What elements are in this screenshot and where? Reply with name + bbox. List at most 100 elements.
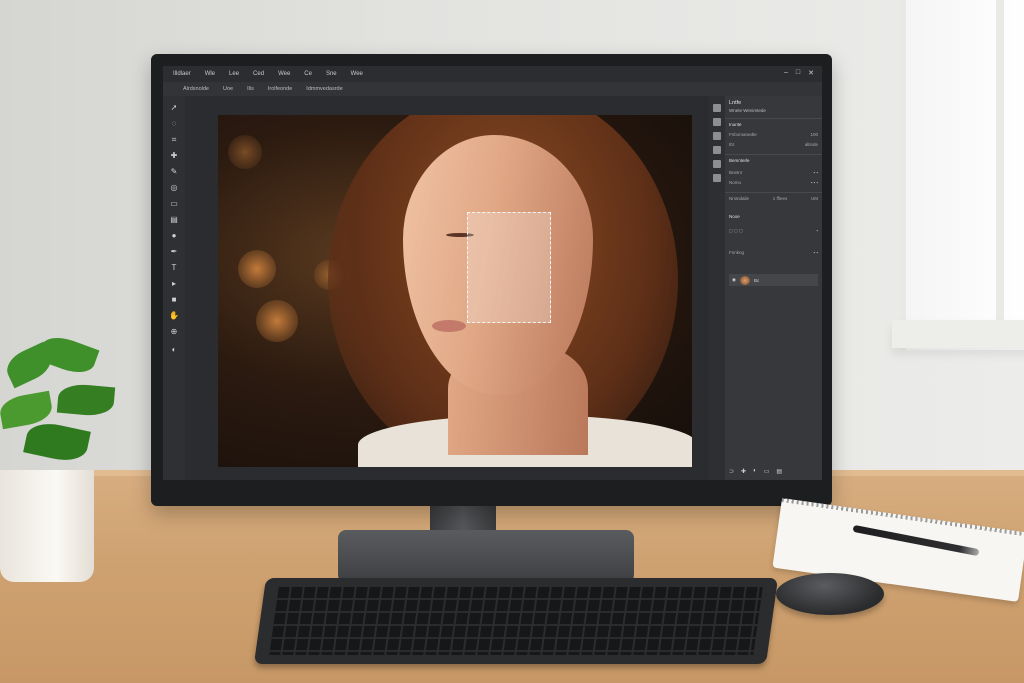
zoom-icon[interactable]: ⊕ <box>169 328 179 336</box>
visibility-eye-icon[interactable]: ◉ <box>732 277 736 283</box>
menu-item[interactable]: Wle <box>205 71 215 77</box>
healing-icon[interactable]: ✚ <box>169 152 179 160</box>
section-label: Nooe <box>729 214 740 219</box>
hand-icon[interactable]: ✋ <box>169 312 179 320</box>
property-row[interactable]: ◻ ◻ ◻ ▪ <box>729 228 818 235</box>
computer-mouse <box>776 573 884 615</box>
option-item[interactable]: Irolfeonde <box>268 86 292 92</box>
window-controls: – □ ✕ <box>784 69 814 77</box>
keyboard-keys <box>269 587 763 655</box>
properties-icon[interactable] <box>713 118 721 126</box>
menu-item[interactable]: Lee <box>229 71 239 77</box>
divider <box>725 118 822 119</box>
menu-item[interactable]: Illdlaer <box>173 71 191 77</box>
window-mullion <box>996 0 1004 330</box>
adjustments-icon[interactable] <box>713 132 721 140</box>
property-row[interactable]: Nomu ▪ ▪ ▪ <box>729 180 818 187</box>
option-item[interactable]: Idmmvedasrde <box>306 86 342 92</box>
panel-icon-strip <box>709 96 725 480</box>
lasso-icon[interactable]: ◌ <box>169 120 179 128</box>
type-icon[interactable]: T <box>169 264 179 272</box>
adjustment-icon[interactable]: ◐ <box>753 468 757 475</box>
layer-thumbnail <box>739 275 750 285</box>
brush-icon[interactable]: ✎ <box>169 168 179 176</box>
section-label: Bemnterle <box>729 158 750 163</box>
menu-item[interactable]: Sne <box>326 71 337 77</box>
property-label: Fnbomanedte <box>729 132 757 137</box>
option-item[interactable]: Ilis <box>247 86 254 92</box>
maximize-button[interactable]: □ <box>796 69 800 77</box>
keyboard <box>253 578 779 664</box>
layer-row[interactable]: ◉ Bc <box>729 274 818 286</box>
property-label: Nomu <box>729 180 742 185</box>
options-bar: Alrdsnolde Uoe Ilis Irolfeonde Idmmvedas… <box>163 82 822 96</box>
options-icon[interactable]: ▪ ▪ <box>814 250 818 257</box>
pen-icon[interactable]: ✒ <box>169 248 179 256</box>
property-row[interactable]: Ibt altinde <box>729 142 818 149</box>
property-label: Bnetnr <box>729 170 743 175</box>
blend-row[interactable]: Nnimdaile 1 fflees UM <box>729 196 818 203</box>
divider <box>725 192 822 193</box>
property-row[interactable]: Fnnkng ▪ ▪ <box>729 250 818 257</box>
divider <box>725 154 822 155</box>
property-row[interactable]: Fnbomanedte 100 <box>729 132 818 139</box>
plant-pot <box>0 470 94 582</box>
menu-item[interactable]: Ce <box>304 71 312 77</box>
section-label: Inunte <box>729 122 742 127</box>
eraser-icon[interactable]: ▭ <box>169 200 179 208</box>
property-value: altinde <box>804 142 818 147</box>
clone-icon[interactable]: ◎ <box>169 184 179 192</box>
close-button[interactable]: ✕ <box>808 69 814 77</box>
path-icon[interactable]: ▸ <box>169 280 179 288</box>
option-item[interactable]: Uoe <box>223 86 233 92</box>
crop-icon[interactable]: ⌗ <box>169 136 179 144</box>
lips <box>432 320 466 332</box>
canvas-area[interactable] <box>185 96 709 480</box>
panel-title: Lntfe <box>729 100 742 106</box>
monitor: Illdlaer Wle Lee Ced Wee Ce Sne Wee – □ … <box>151 54 832 506</box>
shape-icon[interactable]: ■ <box>169 296 179 304</box>
menu-bar: Illdlaer Wle Lee Ced Wee Ce Sne Wee – □ … <box>163 66 822 82</box>
paths-icon[interactable] <box>713 174 721 182</box>
menu-item[interactable]: Wee <box>351 71 363 77</box>
opacity-value[interactable]: UM <box>811 196 818 203</box>
room-window <box>892 0 1024 350</box>
minimize-button[interactable]: – <box>784 69 788 77</box>
fill-icon[interactable]: ▪ <box>816 228 818 235</box>
layer-actions: ⊃ ✚ ◐ ▭ ▤ <box>729 468 782 475</box>
channels-icon[interactable] <box>713 160 721 168</box>
portrait-photo <box>218 115 692 467</box>
window-sill <box>892 320 1024 348</box>
property-row[interactable]: Bnetnr ▪ ▪ <box>729 170 818 177</box>
property-label: Ibt <box>729 142 735 147</box>
tool-panel: ➚ ◌ ⌗ ✚ ✎ ◎ ▭ ▤ ● ✒ T ▸ ■ ✋ ⊕ ◐ <box>163 96 185 480</box>
right-panels: Lntfe Wnete Wenimtede Inunte Fnbomanedte… <box>725 96 822 480</box>
panel-tabs[interactable]: Wnete Wenimtede <box>729 108 766 113</box>
folder-icon[interactable]: ▭ <box>764 468 770 475</box>
menu-item[interactable]: Ced <box>253 71 264 77</box>
property-value: 100 <box>810 132 818 137</box>
slider-icon[interactable]: ▪ ▪ ▪ <box>811 180 818 187</box>
swatches-icon[interactable] <box>713 146 721 154</box>
bokeh-light <box>256 300 298 342</box>
screen: Illdlaer Wle Lee Ced Wee Ce Sne Wee – □ … <box>163 66 822 480</box>
color-icon[interactable]: ◐ <box>169 346 179 354</box>
add-layer-icon[interactable]: ✚ <box>741 468 746 475</box>
trash-icon[interactable]: ▤ <box>776 468 782 475</box>
bokeh-light <box>228 135 262 169</box>
property-label: Fnnkng <box>729 250 745 255</box>
slider-icon[interactable]: ▪ ▪ <box>814 170 818 177</box>
opacity-label: 1 fflees <box>772 196 788 201</box>
marquee-selection[interactable] <box>467 212 551 323</box>
blend-mode-select[interactable]: Nnimdaile <box>729 196 749 203</box>
bokeh-light <box>238 250 276 288</box>
arrow-icon[interactable]: ➚ <box>169 104 179 112</box>
option-item[interactable]: Alrdsnolde <box>183 86 209 92</box>
menu-item[interactable]: Wee <box>278 71 290 77</box>
layer-name: Bc <box>753 277 760 283</box>
history-icon[interactable] <box>713 104 721 112</box>
lock-icon[interactable]: ◻ ◻ ◻ <box>729 228 743 235</box>
link-icon[interactable]: ⊃ <box>729 468 734 475</box>
dodge-icon[interactable]: ● <box>169 232 179 240</box>
gradient-icon[interactable]: ▤ <box>169 216 179 224</box>
